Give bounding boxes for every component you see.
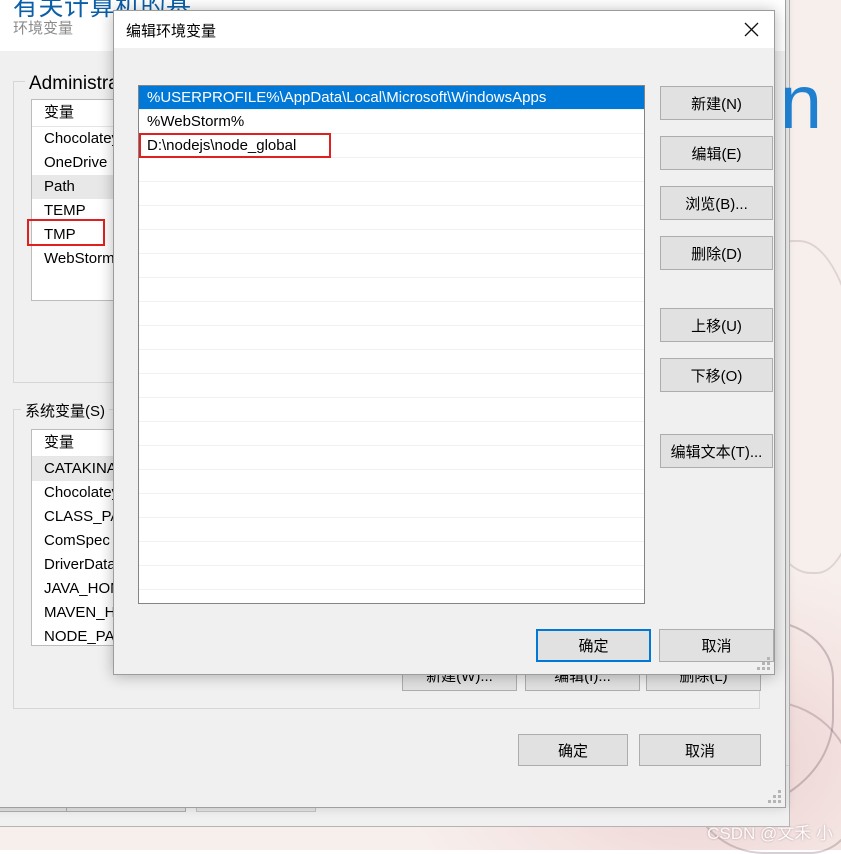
edit-environment-variable-dialog: 编辑环境变量 %USERPROFILE%\AppData\Local\Micro… [113, 10, 775, 675]
path-entries-listbox[interactable]: %USERPROFILE%\AppData\Local\Microsoft\Wi… [138, 85, 645, 604]
system-variables-group-label: 系统变量(S) [21, 400, 109, 421]
path-entry-empty-row[interactable] [139, 590, 644, 603]
edit-dialog-titlebar: 编辑环境变量 [114, 11, 774, 48]
path-entry-empty-row[interactable] [139, 518, 644, 542]
delete-button[interactable]: 删除(D) [660, 236, 773, 270]
path-entry-empty-row[interactable] [139, 350, 644, 374]
path-entry-empty-row[interactable] [139, 278, 644, 302]
environment-variables-ok-button[interactable]: 确定 [518, 734, 628, 766]
path-entry-empty-row[interactable] [139, 542, 644, 566]
path-entry-row[interactable]: %USERPROFILE%\AppData\Local\Microsoft\Wi… [139, 86, 644, 110]
edit-text-button[interactable]: 编辑文本(T)... [660, 434, 773, 468]
resize-grip[interactable] [757, 657, 771, 671]
path-entry-empty-row[interactable] [139, 206, 644, 230]
move-up-button[interactable]: 上移(U) [660, 308, 773, 342]
path-entry-empty-row[interactable] [139, 374, 644, 398]
path-entry-empty-row[interactable] [139, 230, 644, 254]
close-icon[interactable] [728, 11, 774, 48]
path-entry-row-node-global[interactable]: D:\nodejs\node_global [139, 134, 644, 158]
edit-button[interactable]: 编辑(E) [660, 136, 773, 170]
path-entry-empty-row[interactable] [139, 470, 644, 494]
path-entry-empty-row[interactable] [139, 254, 644, 278]
path-entry-empty-row[interactable] [139, 182, 644, 206]
new-button[interactable]: 新建(N) [660, 86, 773, 120]
edit-dialog-body: %USERPROFILE%\AppData\Local\Microsoft\Wi… [114, 48, 774, 674]
edit-dialog-ok-button[interactable]: 确定 [536, 629, 651, 662]
environment-variables-cancel-button[interactable]: 取消 [639, 734, 761, 766]
path-entry-empty-row[interactable] [139, 446, 644, 470]
path-entry-empty-row[interactable] [139, 158, 644, 182]
move-down-button[interactable]: 下移(O) [660, 358, 773, 392]
browse-button[interactable]: 浏览(B)... [660, 186, 773, 220]
path-entry-row[interactable]: %WebStorm% [139, 110, 644, 134]
environment-variables-subtitle: 环境变量 [13, 20, 74, 37]
path-entry-empty-row[interactable] [139, 302, 644, 326]
edit-dialog-title: 编辑环境变量 [126, 23, 217, 40]
path-entry-empty-row[interactable] [139, 398, 644, 422]
resize-grip[interactable] [768, 790, 782, 804]
path-entry-empty-row[interactable] [139, 494, 644, 518]
path-entry-empty-row[interactable] [139, 566, 644, 590]
path-entry-empty-row[interactable] [139, 422, 644, 446]
path-entry-empty-row[interactable] [139, 326, 644, 350]
